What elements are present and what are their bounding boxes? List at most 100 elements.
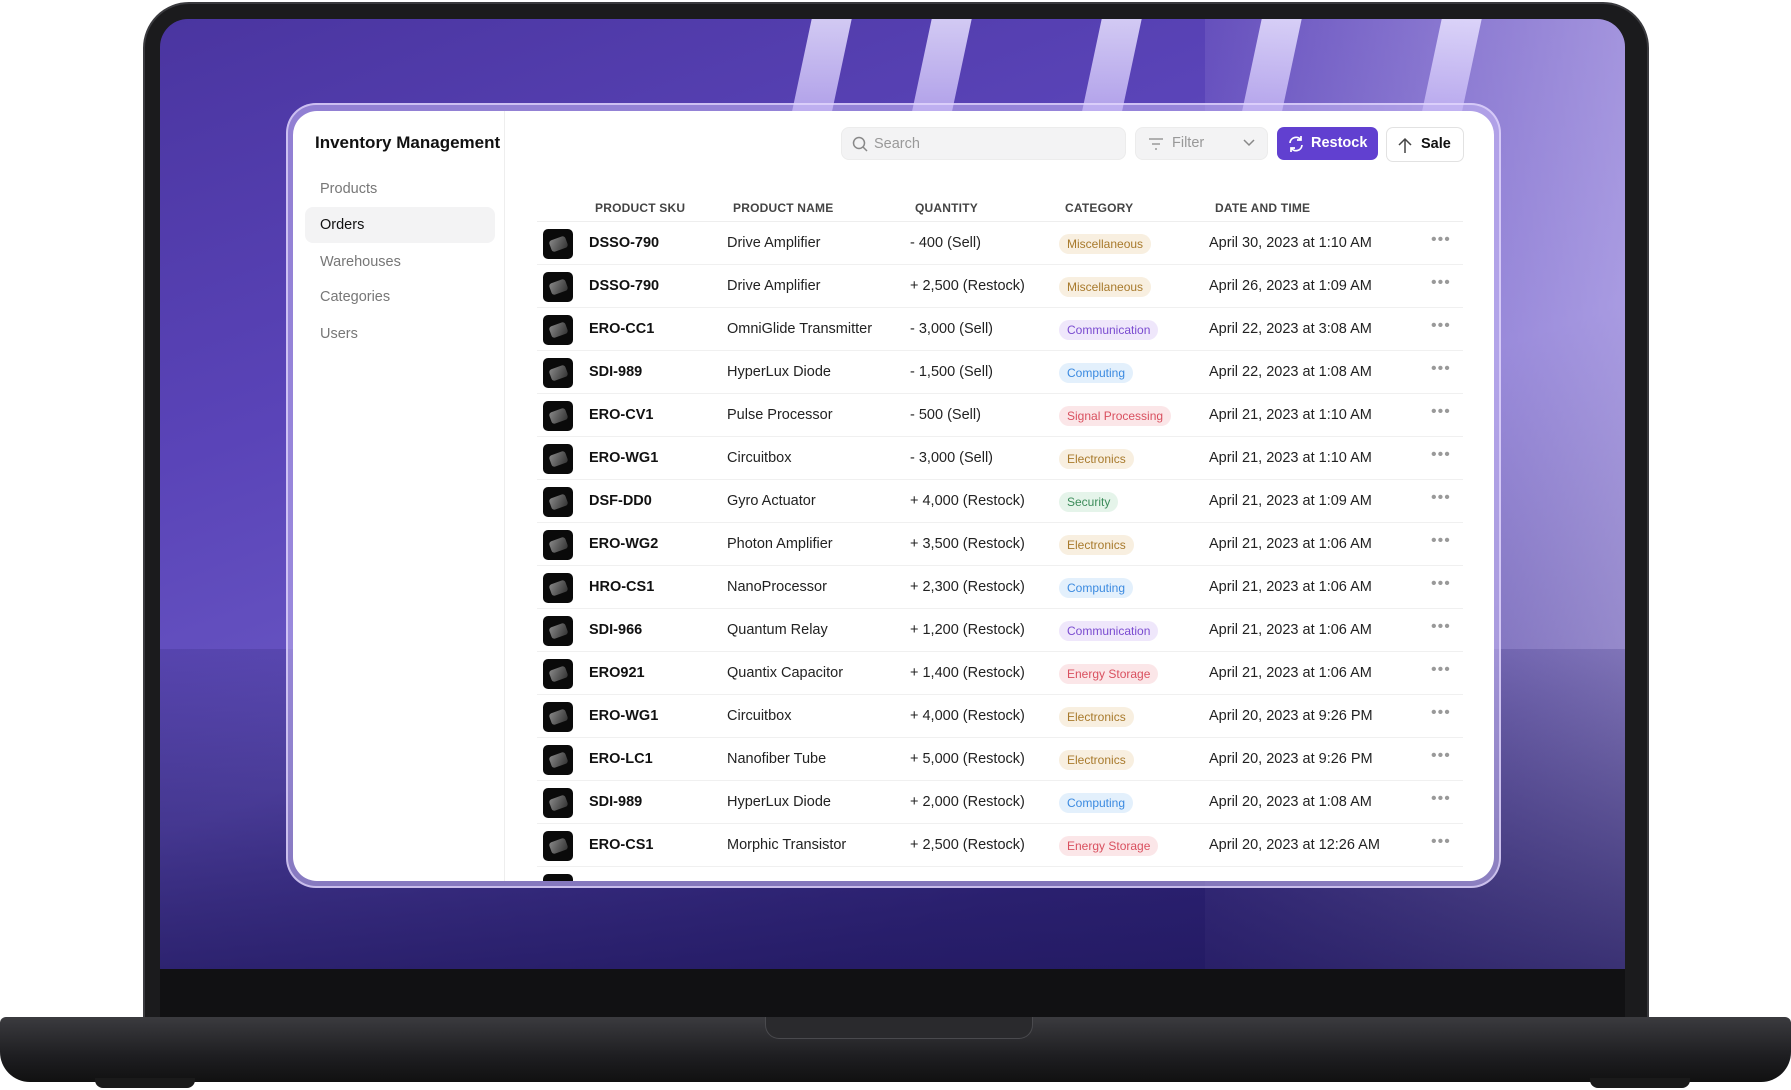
- product-thumbnail: [543, 401, 573, 431]
- category-badge: Energy Storage: [1059, 836, 1159, 856]
- more-horizontal-icon[interactable]: •••: [1431, 317, 1451, 335]
- product-sku: DSSO-790: [589, 235, 660, 251]
- table-row[interactable]: DSSO-790 Drive Amplifier - 400 (Sell) Mi…: [537, 222, 1463, 265]
- refresh-icon: [1289, 136, 1303, 152]
- more-horizontal-icon[interactable]: •••: [1431, 231, 1451, 249]
- sidebar-item-orders[interactable]: Orders: [305, 207, 495, 243]
- table-row[interactable]: ERO921 Quantix Capacitor + 1,400 (Restoc…: [537, 652, 1463, 695]
- product-thumbnail: [543, 874, 573, 881]
- quantity: + 2,500 (Restock): [910, 278, 1025, 294]
- quantity: + 4,000 (Restock): [910, 493, 1025, 509]
- quantity: - 3,000 (Sell): [910, 450, 994, 466]
- sale-button[interactable]: Sale: [1386, 127, 1464, 162]
- sidebar: Inventory Management Products Orders Wareh…: [293, 111, 505, 881]
- date-time: April 20, 2023 at 9:26 PM: [1209, 751, 1373, 767]
- header-date: DATE AND TIME: [1215, 201, 1311, 215]
- product-name: HyperLux Diode: [727, 794, 831, 810]
- product-name: Quantix Capacitor: [727, 665, 844, 681]
- product-name: Circuitbox: [727, 450, 792, 466]
- search-input[interactable]: [874, 128, 1114, 159]
- category-badge: Computing: [1059, 363, 1134, 383]
- sidebar-item-categories[interactable]: Categories: [305, 279, 495, 315]
- arrow-up-icon: [1398, 137, 1412, 153]
- quantity: + 1,400 (Restock): [910, 665, 1025, 681]
- table-header: PRODUCT SKU PRODUCT NAME QUANTITY CATEGO…: [537, 195, 1463, 222]
- quantity: + 3,500 (Restock): [910, 536, 1025, 552]
- table-row[interactable]: ERO-WG1 Circuitbox + 4,000 (Restock) Ele…: [537, 695, 1463, 738]
- product-sku: DSSO-790: [589, 278, 660, 294]
- quantity: + 2,300 (Restock): [910, 579, 1025, 595]
- product-thumbnail: [543, 788, 573, 818]
- quantity: + 2,500 (Restock): [910, 837, 1025, 853]
- more-horizontal-icon[interactable]: •••: [1431, 489, 1451, 507]
- product-sku: ERO-CC1: [589, 321, 655, 337]
- table-row[interactable]: ERO-CV1 Pulse Processor - 500 (Sell) Sig…: [537, 394, 1463, 437]
- table-row[interactable]: ERO-CS1 Morphic Transistor + 2,500 (Rest…: [537, 824, 1463, 867]
- app-title: Inventory Management: [315, 133, 501, 152]
- more-horizontal-icon[interactable]: •••: [1431, 446, 1451, 464]
- product-name: Nanofiber Tube: [727, 751, 827, 767]
- more-horizontal-icon[interactable]: •••: [1431, 661, 1451, 679]
- category-badge: Electronics: [1059, 449, 1134, 469]
- laptop-foot: [95, 1078, 195, 1088]
- filter-dropdown[interactable]: Filter: [1135, 127, 1268, 160]
- table-row[interactable]: SDI-989 HyperLux Diode + 2,000 (Restock)…: [537, 781, 1463, 824]
- category-badge: Energy Storage: [1059, 664, 1159, 684]
- category-badge: Security: [1059, 492, 1119, 512]
- sidebar-item-users[interactable]: Users: [305, 316, 495, 352]
- quantity: - 3,000 (Sell): [910, 321, 994, 337]
- category-badge: Electronics: [1059, 535, 1134, 555]
- more-horizontal-icon[interactable]: •••: [1431, 833, 1451, 851]
- table-row[interactable]: DSF-DD0 Gyro Actuator + 4,000 (Restock) …: [537, 480, 1463, 523]
- search-box[interactable]: [841, 127, 1126, 160]
- table-row[interactable]: ERO-CC1 OmniGlide Transmitter - 3,000 (S…: [537, 308, 1463, 351]
- product-thumbnail: [543, 616, 573, 646]
- filter-icon: [1149, 138, 1163, 150]
- table-row[interactable]: DSSO-790 Drive Amplifier + 2,500 (Restoc…: [537, 265, 1463, 308]
- product-sku: ERO-WG1: [589, 450, 659, 466]
- date-time: April 20, 2023 at 9:26 PM: [1209, 708, 1373, 724]
- product-sku: SDI-966: [589, 622, 643, 638]
- more-horizontal-icon[interactable]: •••: [1431, 360, 1451, 378]
- more-horizontal-icon[interactable]: •••: [1431, 790, 1451, 808]
- more-horizontal-icon[interactable]: •••: [1431, 575, 1451, 593]
- more-horizontal-icon[interactable]: •••: [1431, 403, 1451, 421]
- table-row[interactable]: ERO-LC1 Nanofiber Tube + 5,000 (Restock)…: [537, 738, 1463, 781]
- category-badge: Electronics: [1059, 750, 1134, 770]
- product-name: Photon Amplifier: [727, 536, 833, 552]
- laptop-foot: [1590, 1078, 1690, 1088]
- category-badge: Computing: [1059, 793, 1134, 813]
- quantity: - 1,500 (Sell): [910, 364, 994, 380]
- category-badge: Communication: [1059, 320, 1159, 340]
- product-name: NanoProcessor: [727, 579, 827, 595]
- more-horizontal-icon[interactable]: •••: [1431, 747, 1451, 765]
- date-time: April 21, 2023 at 1:06 AM: [1209, 665, 1372, 681]
- header-sku: PRODUCT SKU: [595, 201, 686, 215]
- table-row[interactable]: ERO-WG1 Circuitbox - 3,000 (Sell) Electr…: [537, 437, 1463, 480]
- date-time: April 21, 2023 at 1:06 AM: [1209, 536, 1372, 552]
- product-name: Quantum Relay: [727, 622, 828, 638]
- restock-button[interactable]: Restock: [1277, 127, 1378, 160]
- product-name: Pulse Processor: [727, 407, 833, 423]
- product-sku: ERO-WG1: [589, 708, 659, 724]
- category-badge: Electronics: [1059, 707, 1134, 727]
- more-horizontal-icon[interactable]: •••: [1431, 532, 1451, 550]
- table-row[interactable]: HRO-CS1 NanoProcessor + 2,300 (Restock) …: [537, 566, 1463, 609]
- product-sku: ERO-CV1: [589, 407, 654, 423]
- table-row[interactable]: SDI-989 HyperLux Diode - 1,500 (Sell) Co…: [537, 351, 1463, 394]
- orders-table: PRODUCT SKU PRODUCT NAME QUANTITY CATEGO…: [537, 195, 1463, 881]
- product-thumbnail: [543, 315, 573, 345]
- date-time: April 20, 2023 at 12:26 AM: [1209, 837, 1380, 853]
- product-sku: ERO921: [589, 665, 645, 681]
- more-horizontal-icon[interactable]: •••: [1431, 274, 1451, 292]
- more-horizontal-icon[interactable]: •••: [1431, 618, 1451, 636]
- table-row[interactable]: ERO-WG2 Photon Amplifier + 3,500 (Restoc…: [537, 523, 1463, 566]
- sidebar-item-products[interactable]: Products: [305, 171, 495, 207]
- quantity: - 400 (Sell): [910, 235, 981, 251]
- date-time: April 22, 2023 at 3:08 AM: [1209, 321, 1372, 337]
- product-thumbnail: [543, 745, 573, 775]
- table-row[interactable]: SDI-966 Quantum Relay + 1,200 (Restock) …: [537, 609, 1463, 652]
- sidebar-item-warehouses[interactable]: Warehouses: [305, 244, 495, 280]
- date-time: April 21, 2023 at 1:06 AM: [1209, 579, 1372, 595]
- more-horizontal-icon[interactable]: •••: [1431, 704, 1451, 722]
